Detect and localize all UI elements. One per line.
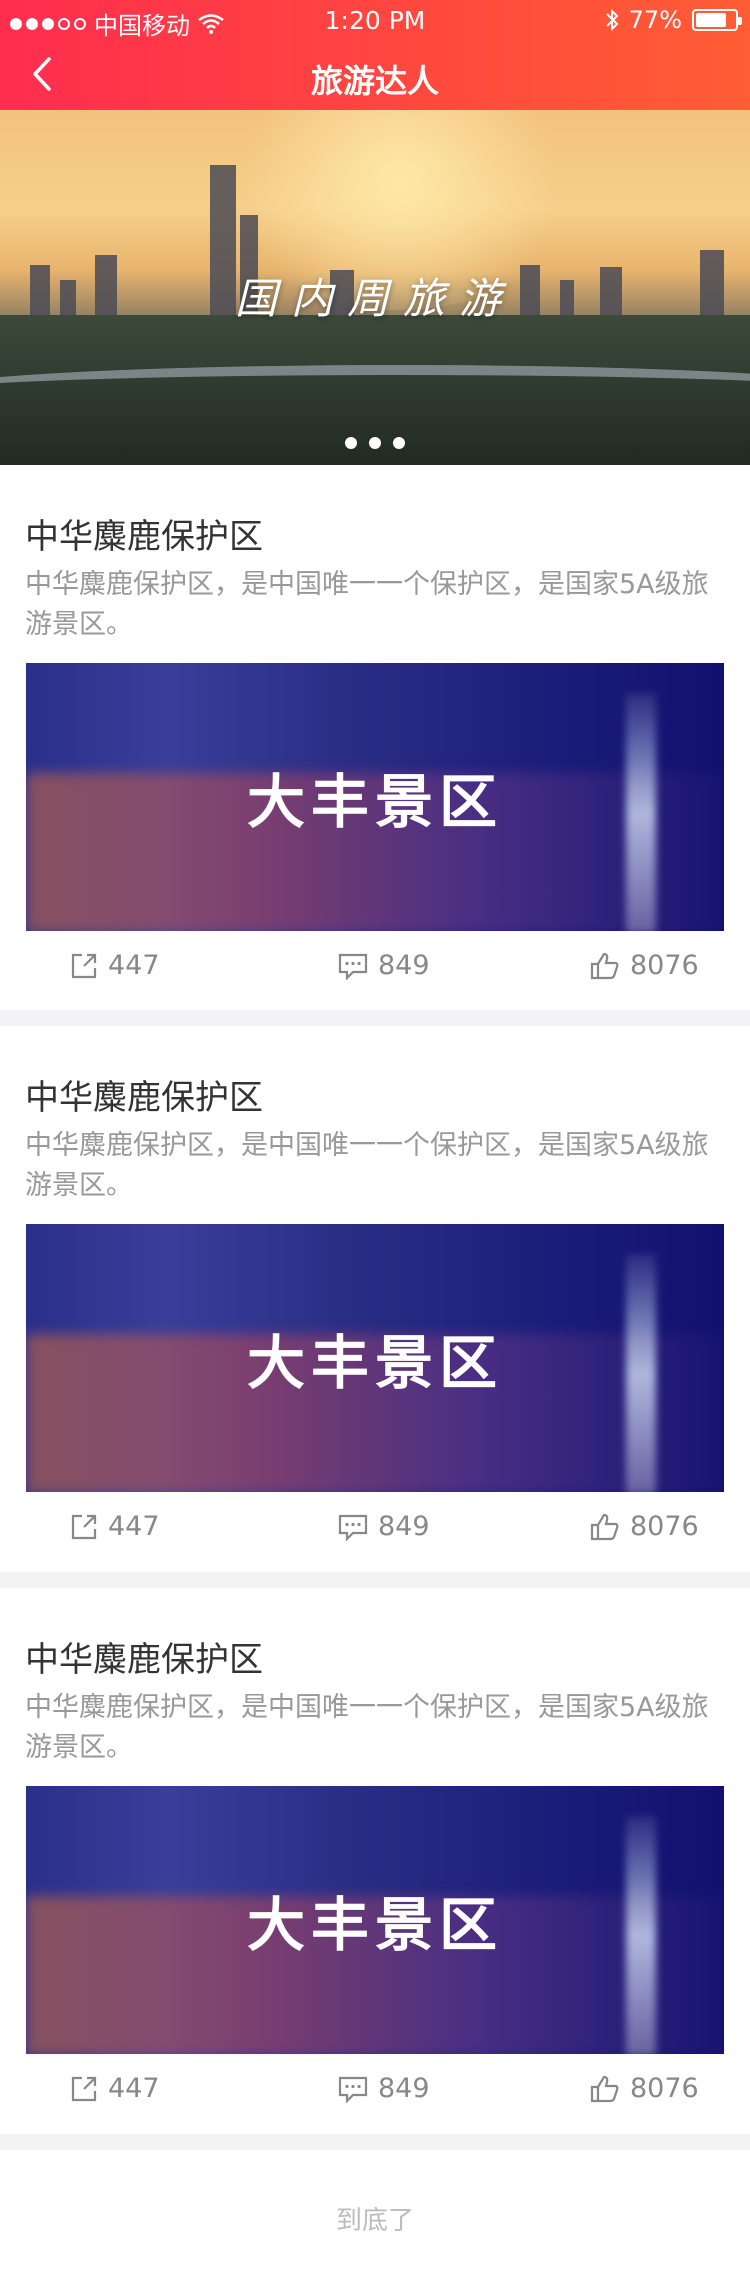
comment-count: 849 xyxy=(378,2073,430,2104)
like-button[interactable]: 8076 xyxy=(590,2073,699,2104)
carousel-pager[interactable] xyxy=(0,437,750,449)
like-button[interactable]: 8076 xyxy=(590,1511,699,1542)
post-title: 中华麋鹿保护区 xyxy=(25,1078,263,1118)
bluetooth-icon xyxy=(605,8,619,32)
share-button[interactable]: 447 xyxy=(70,2073,160,2104)
share-icon xyxy=(71,2076,97,2101)
post-image-text: 大丰景区 xyxy=(246,1329,503,1397)
banner-caption: 国内周旅游 xyxy=(234,274,515,323)
share-count: 447 xyxy=(108,1511,160,1542)
like-count: 8076 xyxy=(630,2073,699,2104)
share-count: 447 xyxy=(108,950,160,981)
post-title: 中华麋鹿保护区 xyxy=(25,1640,263,1680)
share-icon xyxy=(71,953,97,978)
post-description: 中华麋鹿保护区，是中国唯一一个保护区，是国家5A级旅游景区。 xyxy=(25,1692,709,1763)
post-image-text: 大丰景区 xyxy=(246,768,503,836)
battery-percent: 77% xyxy=(628,6,682,34)
page-title: 旅游达人 xyxy=(310,62,439,100)
comment-icon xyxy=(338,1514,368,1541)
share-icon xyxy=(71,1514,97,1539)
comment-count: 849 xyxy=(378,1511,430,1542)
thumbs-up-icon xyxy=(590,952,619,979)
post-card[interactable]: 中华麋鹿保护区 中华麋鹿保护区，是中国唯一一个保护区，是国家5A级旅游景区。 大… xyxy=(0,1026,750,1572)
share-button[interactable]: 447 xyxy=(70,950,160,981)
list-end-footer: 到底了 xyxy=(0,2150,750,2272)
comment-button[interactable]: 849 xyxy=(338,950,430,981)
post-image-text: 大丰景区 xyxy=(246,1891,503,1959)
pager-dot[interactable] xyxy=(393,437,405,449)
end-of-list-text: 到底了 xyxy=(335,2206,414,2236)
comment-button[interactable]: 849 xyxy=(338,2073,430,2104)
comment-button[interactable]: 849 xyxy=(338,1511,430,1542)
pager-dot[interactable] xyxy=(369,437,381,449)
post-title: 中华麋鹿保护区 xyxy=(25,517,263,557)
thumbs-up-icon xyxy=(590,1513,619,1540)
post-card[interactable]: 中华麋鹿保护区 中华麋鹿保护区，是中国唯一一个保护区，是国家5A级旅游景区。 大… xyxy=(0,1588,750,2134)
share-count: 447 xyxy=(108,2073,160,2104)
like-button[interactable]: 8076 xyxy=(590,950,699,981)
app-header: 中国移动 1:20 PM 77% 旅游达人 xyxy=(0,0,750,110)
pager-dot[interactable] xyxy=(345,437,357,449)
nav-bar: 旅游达人 xyxy=(0,40,750,110)
post-description: 中华麋鹿保护区，是中国唯一一个保护区，是国家5A级旅游景区。 xyxy=(25,569,709,640)
comment-count: 849 xyxy=(378,950,430,981)
comment-icon xyxy=(338,953,368,980)
banner-carousel[interactable]: 国内周旅游 xyxy=(0,110,750,465)
post-image[interactable]: 大丰景区 xyxy=(26,1224,724,1492)
status-bar: 中国移动 1:20 PM 77% xyxy=(0,0,750,40)
battery-icon xyxy=(692,9,742,31)
post-image[interactable]: 大丰景区 xyxy=(26,1786,724,2054)
thumbs-up-icon xyxy=(590,2075,619,2102)
post-stats: 447 849 8076 xyxy=(0,950,750,1000)
share-button[interactable]: 447 xyxy=(70,1511,160,1542)
like-count: 8076 xyxy=(630,1511,699,1542)
comment-icon xyxy=(338,2076,368,2103)
post-description: 中华麋鹿保护区，是中国唯一一个保护区，是国家5A级旅游景区。 xyxy=(25,1130,709,1201)
post-stats: 447 849 8076 xyxy=(0,2073,750,2123)
post-stats: 447 849 8076 xyxy=(0,1511,750,1561)
post-card[interactable]: 中华麋鹿保护区 中华麋鹿保护区，是中国唯一一个保护区，是国家5A级旅游景区。 大… xyxy=(0,465,750,1010)
post-image[interactable]: 大丰景区 xyxy=(26,663,724,931)
like-count: 8076 xyxy=(630,950,699,981)
